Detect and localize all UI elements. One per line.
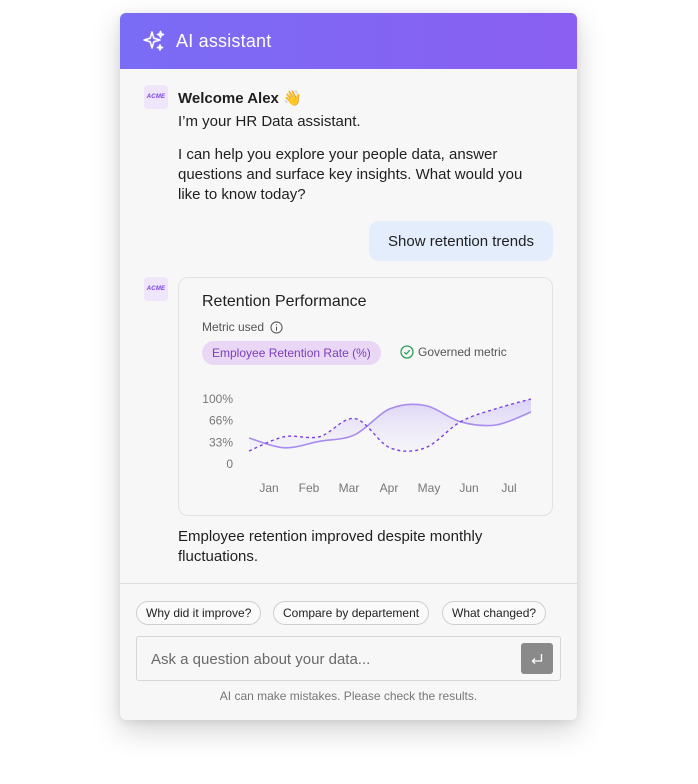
governed-label: Governed metric: [418, 345, 507, 359]
check-circle-icon: [400, 345, 414, 359]
y-tick-label: 33%: [209, 435, 233, 449]
card-title: Retention Performance: [202, 293, 367, 310]
question-input-box: [136, 636, 561, 682]
assistant-avatar: ACME: [144, 85, 168, 109]
suggestion-chip[interactable]: Compare by departement: [273, 601, 430, 625]
metric-pill[interactable]: Employee Retention Rate (%): [202, 341, 381, 365]
y-tick-label: 0: [226, 457, 233, 471]
intro-line: I’m your HR Data assistant.: [178, 113, 361, 130]
divider: [120, 583, 577, 584]
intro-body: I can help you explore your people data,…: [178, 146, 523, 203]
y-tick-label: 66%: [209, 414, 233, 428]
suggestion-chip[interactable]: What changed?: [442, 601, 547, 625]
panel-header: AI assistant: [120, 13, 577, 69]
assistant-summary: Employee retention improved despite mont…: [178, 528, 483, 565]
x-tick-label: Jul: [501, 481, 516, 495]
question-input[interactable]: [149, 637, 513, 682]
info-icon[interactable]: [270, 320, 283, 334]
panel-title: AI assistant: [176, 30, 272, 51]
welcome-title: Welcome Alex 👋: [178, 90, 302, 107]
assistant-avatar: ACME: [144, 277, 168, 301]
governed-badge: Governed metric: [400, 345, 507, 359]
user-message-bubble: Show retention trends: [369, 221, 553, 261]
sparkles-icon: [143, 30, 165, 51]
x-tick-label: Feb: [299, 481, 320, 495]
x-tick-label: May: [418, 481, 441, 495]
x-tick-label: Jun: [459, 481, 478, 495]
assistant-panel: AI assistant ACME Welcome Alex 👋 I’m you…: [120, 13, 577, 720]
suggestion-chip[interactable]: Why did it improve?: [136, 601, 262, 625]
disclaimer: AI can make mistakes. Please check the r…: [219, 689, 478, 703]
y-tick-label: 100%: [202, 392, 233, 406]
send-button[interactable]: [521, 643, 553, 674]
enter-icon: [531, 653, 543, 664]
metric-used-label: Metric used: [202, 320, 265, 334]
x-tick-label: Jan: [259, 481, 278, 495]
metric-used-row: Metric used: [202, 320, 283, 334]
retention-chart: 100% 66% 33% 0 Jan Feb Mar Apr May Jun Jul: [202, 392, 532, 495]
x-tick-label: Apr: [380, 481, 399, 495]
retention-card: Retention Performance Metric used Employ…: [178, 277, 553, 516]
x-tick-label: Mar: [339, 481, 360, 495]
